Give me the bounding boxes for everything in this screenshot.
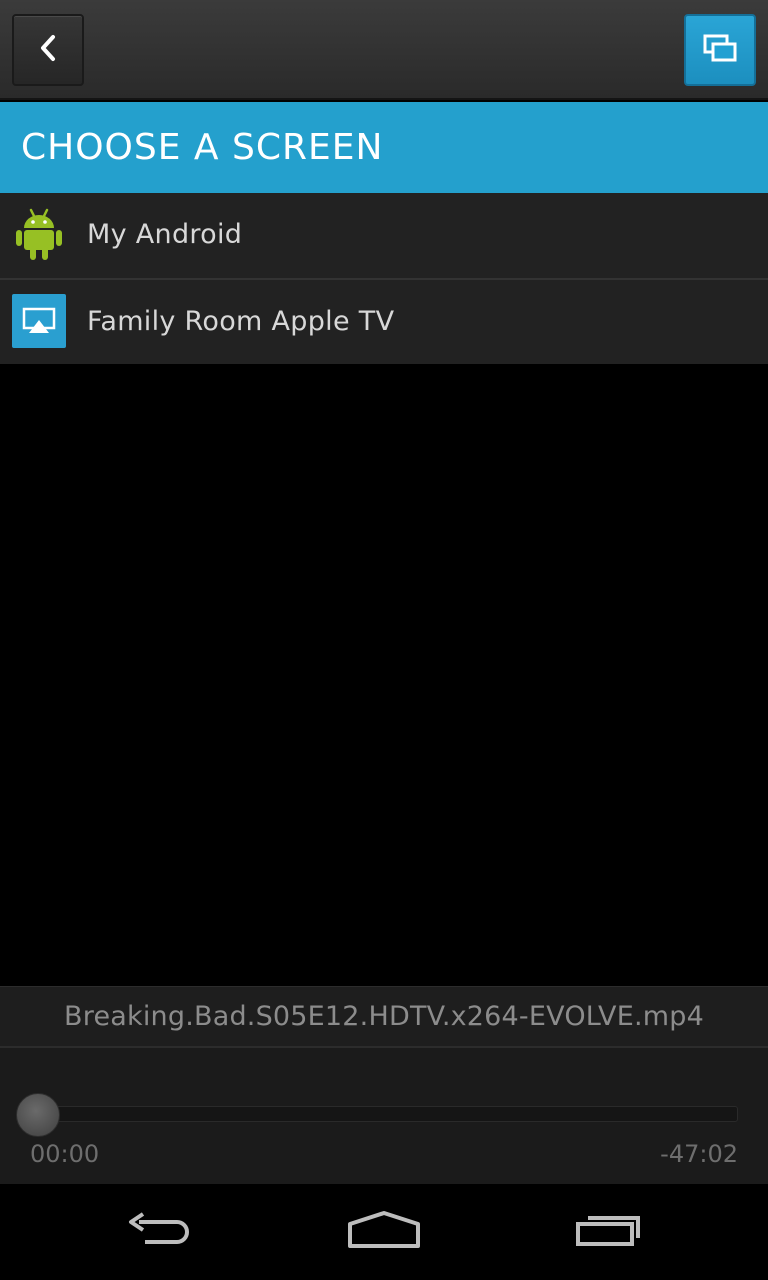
device-list: My Android Family Room Apple TV: [0, 193, 768, 367]
video-preview-area: [0, 364, 768, 986]
screens-button[interactable]: [684, 14, 756, 86]
nav-home-icon: [346, 1210, 422, 1254]
filename-bar: Breaking.Bad.S05E12.HDTV.x264-EVOLVE.mp4: [0, 986, 768, 1048]
page-title: CHOOSE A SCREEN: [21, 127, 384, 168]
elapsed-time: 00:00: [30, 1140, 100, 1168]
device-item-my-android[interactable]: My Android: [0, 193, 768, 280]
nav-back-button[interactable]: [104, 1202, 214, 1262]
seek-thumb[interactable]: [16, 1093, 60, 1137]
top-toolbar: [0, 0, 768, 100]
playback-controls: 00:00 -47:02: [0, 1048, 768, 1184]
nav-back-icon: [123, 1210, 195, 1254]
seek-bar[interactable]: [34, 1106, 738, 1122]
nav-recents-icon: [574, 1210, 646, 1254]
airplay-icon: [12, 294, 66, 348]
back-button[interactable]: [12, 14, 84, 86]
device-label: Family Room Apple TV: [87, 306, 395, 337]
device-label: My Android: [87, 219, 243, 250]
screens-icon: [702, 33, 738, 67]
nav-recents-button[interactable]: [555, 1202, 665, 1262]
media-filename: Breaking.Bad.S05E12.HDTV.x264-EVOLVE.mp4: [64, 1001, 704, 1032]
device-item-family-room-apple-tv[interactable]: Family Room Apple TV: [0, 280, 768, 367]
remaining-time: -47:02: [660, 1140, 738, 1168]
nav-home-button[interactable]: [329, 1202, 439, 1262]
system-nav-bar: [0, 1184, 768, 1280]
android-icon: [12, 207, 66, 261]
choose-screen-header: CHOOSE A SCREEN: [0, 102, 768, 193]
chevron-left-icon: [38, 34, 58, 66]
